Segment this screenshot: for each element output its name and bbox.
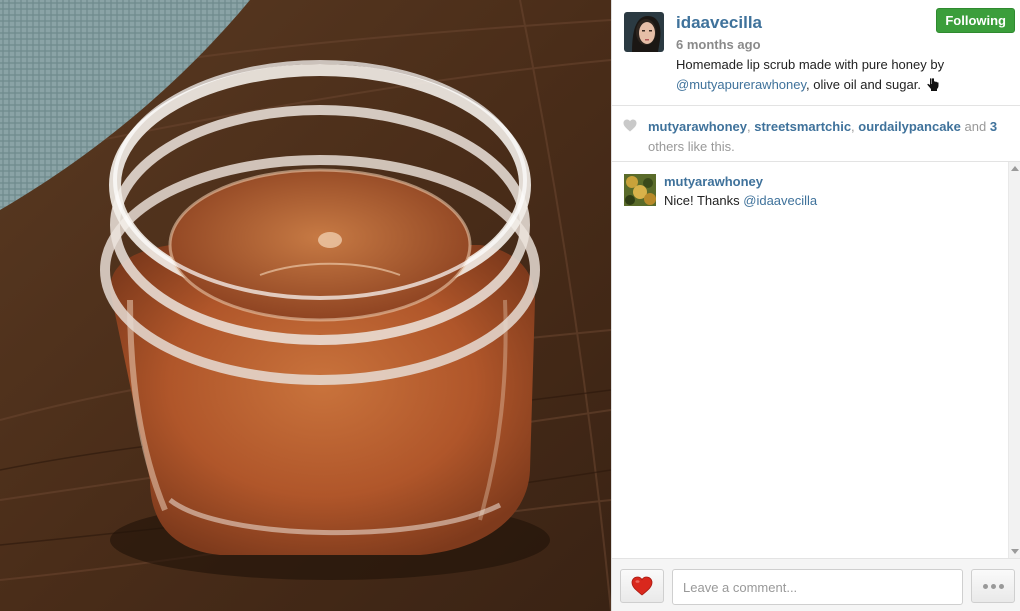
comments-list: mutyarawhoney Nice! Thanks @idaavecilla: [612, 162, 1020, 558]
caption-text: Homemade lip scrub made with pure honey …: [676, 57, 945, 72]
others-count[interactable]: 3: [990, 119, 997, 134]
author-username[interactable]: idaavecilla: [676, 13, 762, 33]
honey-jar-image: [0, 0, 611, 611]
post-timestamp[interactable]: 6 months ago: [676, 37, 761, 52]
post-header: idaavecilla 6 months ago Following Homem…: [612, 0, 1020, 106]
scroll-down-arrow-icon[interactable]: [1011, 549, 1019, 554]
comment-footer: [612, 558, 1020, 611]
commenter-avatar-image: [624, 174, 656, 206]
heart-icon: [623, 119, 637, 132]
likes-others-text: others like this.: [648, 139, 735, 154]
liker-link[interactable]: ourdailypancake: [858, 119, 961, 134]
comments-scrollbar[interactable]: [1008, 162, 1020, 558]
like-button[interactable]: [620, 569, 664, 603]
post-sidebar: idaavecilla 6 months ago Following Homem…: [611, 0, 1020, 611]
ellipsis-icon: [982, 583, 1004, 589]
comment-username[interactable]: mutyarawhoney: [664, 174, 763, 189]
comment-input[interactable]: [672, 569, 963, 605]
avatar-image: [624, 12, 664, 52]
caption-mention-link[interactable]: @mutyapurerawhoney: [676, 77, 806, 92]
scroll-up-arrow-icon[interactable]: [1011, 166, 1019, 171]
comment-mention-link[interactable]: @idaavecilla: [743, 193, 817, 208]
heart-icon: [631, 576, 653, 596]
author-avatar[interactable]: [624, 12, 664, 52]
post-photo[interactable]: [0, 0, 611, 611]
pointing-hand-icon: [926, 77, 939, 91]
caption-text-suffix: , olive oil and sugar.: [806, 77, 921, 92]
liker-link[interactable]: mutyarawhoney: [648, 119, 747, 134]
commenter-avatar[interactable]: [624, 174, 656, 206]
comment-text: Nice! Thanks @idaavecilla: [664, 193, 817, 208]
likes-text: mutyarawhoney, streetsmartchic, ourdaily…: [648, 117, 1008, 157]
liker-link[interactable]: streetsmartchic: [754, 119, 851, 134]
more-options-button[interactable]: [971, 569, 1015, 603]
likes-section: mutyarawhoney, streetsmartchic, ourdaily…: [612, 106, 1020, 162]
post-viewer: idaavecilla 6 months ago Following Homem…: [0, 0, 1020, 611]
post-caption: Homemade lip scrub made with pure honey …: [676, 55, 1006, 95]
following-button[interactable]: Following: [936, 8, 1015, 33]
comment-body: Nice! Thanks: [664, 193, 744, 208]
likes-and-text: and: [960, 119, 990, 134]
